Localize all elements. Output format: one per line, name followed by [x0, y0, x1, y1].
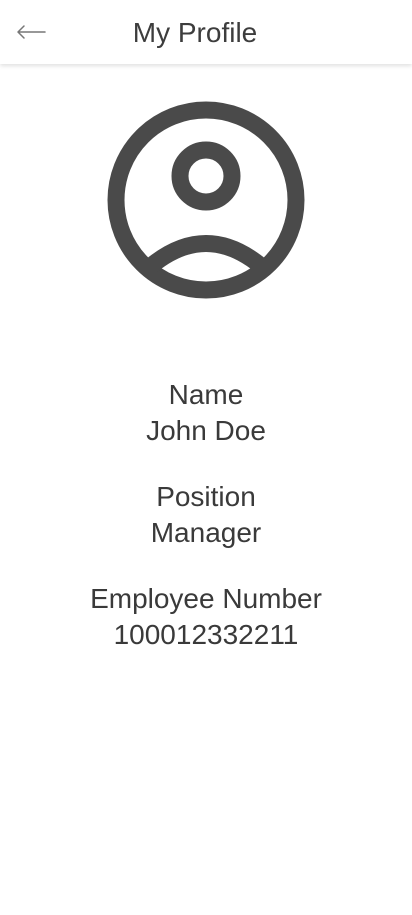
app-header: My Profile	[0, 0, 412, 64]
name-field: Name John Doe	[0, 377, 412, 449]
page-title: My Profile	[132, 17, 258, 48]
name-value: John Doe	[146, 415, 266, 446]
position-field: Position Manager	[0, 479, 412, 551]
name-label: Name	[168, 379, 244, 410]
profile-screen: My Profile Name John Doe Position Manage…	[0, 0, 412, 915]
employee-number-label: Employee Number	[90, 583, 322, 614]
employee-number-field: Employee Number 100012332211	[0, 581, 412, 653]
employee-number-value: 100012332211	[113, 619, 299, 650]
position-label: Position	[156, 481, 256, 512]
account-circle-icon	[107, 101, 305, 299]
profile-info: Name John Doe Position Manager Employee …	[0, 377, 412, 683]
position-value: Manager	[150, 517, 262, 548]
